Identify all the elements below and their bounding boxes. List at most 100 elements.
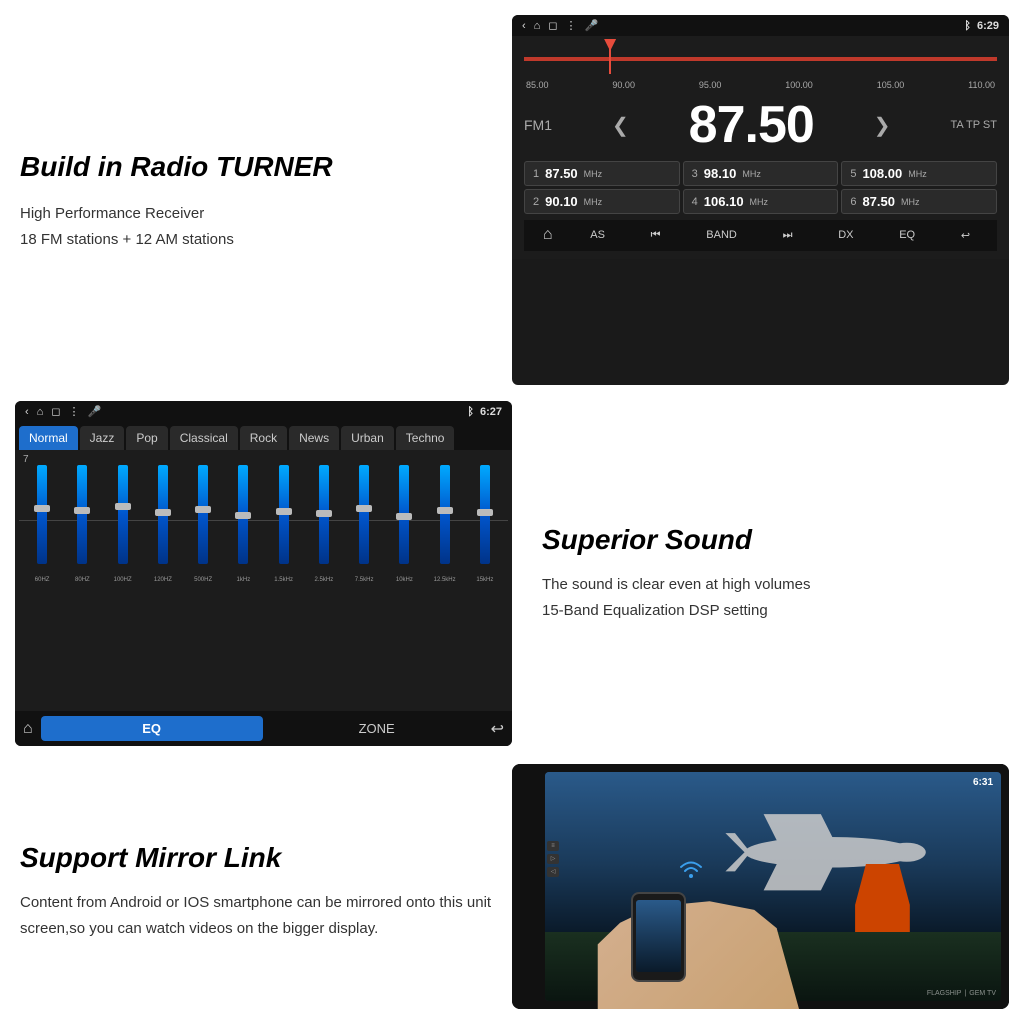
side-btn-3[interactable]: ◁ <box>547 867 559 877</box>
tuner-band-btn[interactable]: BAND <box>698 226 745 245</box>
arrow-left-btn[interactable]: ❮ <box>612 113 629 138</box>
eq-level-7: 7 <box>23 454 29 465</box>
freq-num-1: 85.00 <box>526 80 549 90</box>
freq-num-4: 100.00 <box>785 80 813 90</box>
square-icon[interactable]: ◻ <box>548 19 557 32</box>
eq-freq-80hz: 80HZ <box>63 577 101 583</box>
preset-freq-3: 98.10 <box>704 166 737 181</box>
freq-bar <box>524 44 997 74</box>
phone-screen-display <box>636 900 681 972</box>
eq-back-icon[interactable]: ‹ <box>25 406 29 418</box>
eq-bottom-home-btn[interactable]: ⌂ <box>23 720 33 738</box>
eq-tab-classical[interactable]: Classical <box>170 426 238 450</box>
tuner-dx-btn[interactable]: DX <box>830 226 861 245</box>
mirror-desc: Content from Android or IOS smartphone c… <box>20 890 492 941</box>
eq-home-icon[interactable]: ⌂ <box>37 406 44 418</box>
eq-time: 6:27 <box>480 406 502 418</box>
tuner-as-btn[interactable]: AS <box>582 226 613 245</box>
preset-unit-6: MHz <box>901 197 920 207</box>
radio-title: Build in Radio TURNER <box>20 151 492 183</box>
radio-status-right: ᛒ 6:29 <box>964 20 999 32</box>
preset-5[interactable]: 5 108.00 MHz <box>841 161 997 186</box>
tuner-main: FM1 ❮ 87.50 ❯ TA TP ST <box>524 95 997 155</box>
eq-tab-pop[interactable]: Pop <box>126 426 167 450</box>
eq-eq-btn[interactable]: EQ <box>41 716 263 741</box>
eq-freq-500hz: 500HZ <box>184 577 222 583</box>
hand-graphic <box>587 901 811 1009</box>
eq-freq-15khz: 15kHz <box>466 577 504 583</box>
eq-tab-news[interactable]: News <box>289 426 339 450</box>
brand1: FLAGSHIP <box>927 990 962 997</box>
side-btn-1[interactable]: ≡ <box>547 841 559 851</box>
eq-fader-2[interactable] <box>63 465 101 575</box>
eq-back-btn[interactable]: ↩ <box>491 719 504 739</box>
arrow-right-btn[interactable]: ❯ <box>874 113 891 138</box>
tuner-back-btn[interactable]: ↩ <box>953 226 978 245</box>
preset-freq-6: 87.50 <box>862 194 895 209</box>
eq-square-icon[interactable]: ◻ <box>51 405 60 418</box>
phone-device <box>631 892 686 982</box>
preset-unit-2: MHz <box>584 197 603 207</box>
eq-tab-techno[interactable]: Techno <box>396 426 455 450</box>
preset-unit-4: MHz <box>750 197 769 207</box>
eq-tab-normal[interactable]: Normal <box>19 426 78 450</box>
phone-screen-content <box>636 900 681 972</box>
preset-6[interactable]: 6 87.50 MHz <box>841 189 997 214</box>
tuner-eq-btn[interactable]: EQ <box>891 226 923 245</box>
radio-screen: ‹ ⌂ ◻ ⋮ 🎤 ᛒ 6:29 85.00 90.00 95.00 1 <box>512 15 1009 385</box>
tuner-prev-btn[interactable]: ⏮ <box>643 226 669 245</box>
preset-unit-1: MHz <box>584 169 603 179</box>
eq-tabs: Normal Jazz Pop Classical Rock News Urba… <box>15 422 512 450</box>
side-btn-2[interactable]: ▷ <box>547 854 559 864</box>
preset-freq-4: 106.10 <box>704 194 744 209</box>
preset-freq-1: 87.50 <box>545 166 578 181</box>
eq-tab-rock[interactable]: Rock <box>240 426 287 450</box>
eq-freq-100hz: 100HZ <box>104 577 142 583</box>
eq-tab-jazz[interactable]: Jazz <box>80 426 125 450</box>
mirror-section-text: Support Mirror Link Content from Android… <box>0 754 512 1024</box>
preset-num-2: 2 <box>533 196 539 208</box>
sound-section-text: Superior Sound The sound is clear even a… <box>512 393 1024 754</box>
eq-bottom-bar: ⌂ EQ ZONE ↩ <box>15 711 512 746</box>
brand2: GEM TV <box>969 990 996 997</box>
freq-num-6: 110.00 <box>968 80 995 90</box>
eq-fader-1[interactable] <box>23 465 61 575</box>
eq-tab-urban[interactable]: Urban <box>341 426 394 450</box>
radio-section-text: Build in Radio TURNER High Performance R… <box>0 0 512 393</box>
eq-freq-2_5khz: 2.5kHz <box>305 577 343 583</box>
preset-3[interactable]: 3 98.10 MHz <box>683 161 839 186</box>
mic-icon: 🎤 <box>584 19 598 32</box>
tuner-band: FM1 <box>524 117 552 133</box>
eq-status-bar: ‹ ⌂ ◻ ⋮ 🎤 ᛒ 6:27 <box>15 401 512 422</box>
eq-freq-60hz: 60HZ <box>23 577 61 583</box>
home-icon[interactable]: ⌂ <box>534 20 541 32</box>
eq-bluetooth-icon: ᛒ <box>467 406 474 418</box>
tuner-next-btn[interactable]: ⏭ <box>775 226 801 245</box>
eq-dots-icon[interactable]: ⋮ <box>68 405 79 418</box>
screen-branding: FLAGSHIP | GEM TV <box>927 990 996 997</box>
sound-title: Superior Sound <box>542 524 1004 556</box>
freq-track <box>524 57 997 61</box>
tuner-home-btn[interactable]: ⌂ <box>543 226 553 245</box>
eq-screen: ‹ ⌂ ◻ ⋮ 🎤 ᛒ 6:27 Normal Jazz Pop Classic… <box>15 401 512 746</box>
wifi-signal-icon <box>676 854 706 891</box>
preset-1[interactable]: 1 87.50 MHz <box>524 161 680 186</box>
preset-unit-3: MHz <box>742 169 761 179</box>
car-side-buttons[interactable]: ≡ ▷ ◁ <box>547 841 559 877</box>
preset-2[interactable]: 2 90.10 MHz <box>524 189 680 214</box>
eq-zone-btn[interactable]: ZONE <box>271 721 483 736</box>
sound-desc2: 15-Band Equalization DSP setting <box>542 598 1004 624</box>
car-screen-time: 6:31 <box>973 777 993 788</box>
eq-freq-10khz: 10kHz <box>385 577 423 583</box>
radio-desc2: 18 FM stations + 12 AM stations <box>20 227 492 253</box>
freq-numbers: 85.00 90.00 95.00 100.00 105.00 110.00 <box>524 80 997 90</box>
preset-num-4: 4 <box>692 196 698 208</box>
preset-4[interactable]: 4 106.10 MHz <box>683 189 839 214</box>
preset-num-1: 1 <box>533 168 539 180</box>
eq-status-left: ‹ ⌂ ◻ ⋮ 🎤 <box>25 405 101 418</box>
back-icon[interactable]: ‹ <box>522 20 526 32</box>
eq-faders-container <box>19 465 508 575</box>
dots-icon[interactable]: ⋮ <box>565 19 576 32</box>
freq-num-2: 90.00 <box>612 80 635 90</box>
preset-num-5: 5 <box>850 168 856 180</box>
